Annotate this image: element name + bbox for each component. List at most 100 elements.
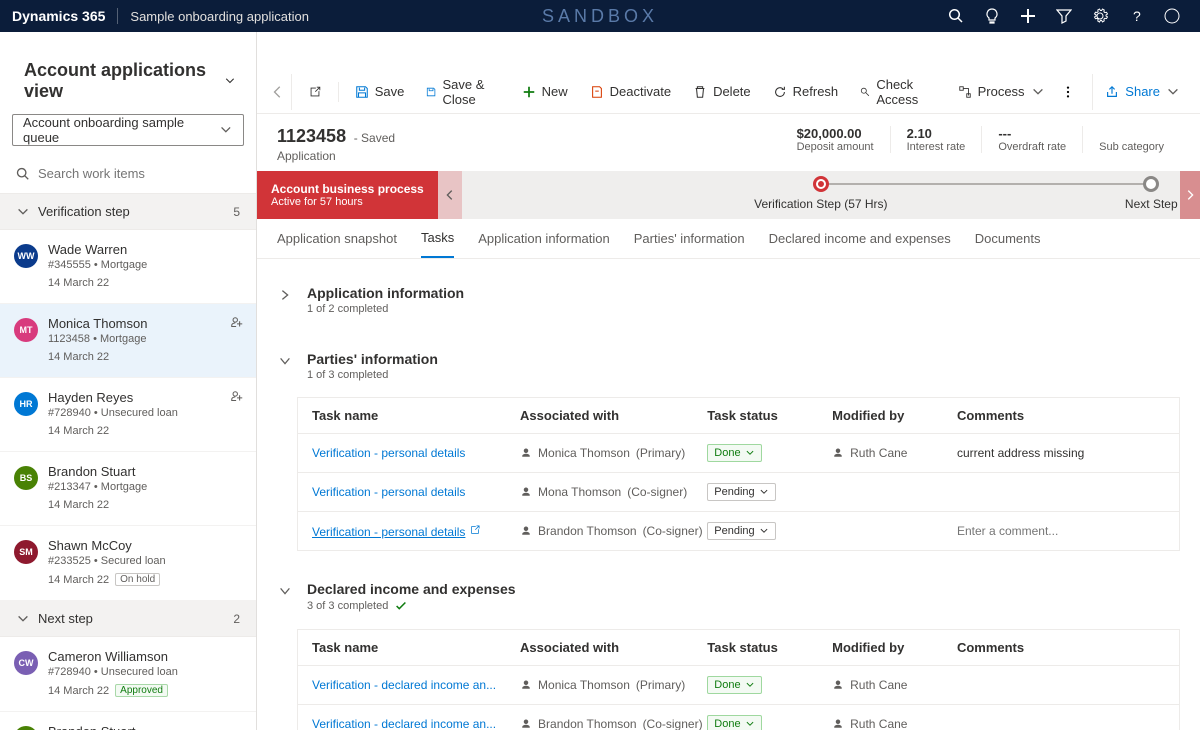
modified-by: Ruth Cane (832, 446, 957, 460)
bpf-next-step-label: Next Step (1125, 197, 1178, 211)
check-access-button[interactable]: Check Access (850, 74, 945, 110)
sandbox-badge: SANDBOX (542, 6, 658, 27)
key-icon (860, 85, 870, 99)
section-toggle[interactable] (277, 353, 293, 369)
more-vertical-icon (1061, 85, 1075, 99)
work-item[interactable]: MT Monica Thomson 1123458 • Mortgage 14 … (0, 304, 256, 378)
status-selector[interactable]: Pending (707, 483, 775, 501)
brand-label: Dynamics 365 (12, 8, 105, 24)
section-toggle[interactable] (277, 287, 293, 303)
help-icon[interactable]: ? (1120, 0, 1152, 32)
group-label: Next step (38, 611, 93, 626)
group-count: 2 (233, 612, 240, 626)
bpf-current-node[interactable] (813, 176, 829, 192)
open-new-window-button[interactable] (298, 74, 332, 110)
header-field[interactable]: --- Overdraft rate (981, 126, 1082, 153)
header-field-label: Sub category (1099, 141, 1164, 153)
task-link[interactable]: Verification - personal details (312, 446, 465, 460)
svg-text:?: ? (1133, 8, 1141, 24)
task-link[interactable]: Verification - personal details (312, 485, 465, 499)
header-field[interactable]: Sub category (1082, 126, 1180, 153)
global-topbar: Dynamics 365 Sample onboarding applicati… (0, 0, 1200, 32)
person-icon (832, 679, 844, 691)
person-icon (832, 718, 844, 730)
assign-button[interactable] (230, 316, 244, 333)
search-icon (16, 167, 30, 181)
search-input[interactable] (38, 166, 240, 181)
tab-application-information[interactable]: Application information (478, 219, 610, 258)
status-selector[interactable]: Pending (707, 522, 775, 540)
task-row: Verification - personal details Monica T… (298, 434, 1179, 473)
more-commands-button[interactable] (1057, 85, 1081, 99)
work-item-date: 14 March 22 (48, 425, 242, 437)
save-button[interactable]: Save (345, 74, 415, 110)
work-item-date: 14 March 22 (48, 277, 242, 289)
flow-icon (958, 85, 972, 99)
group-header-verification[interactable]: Verification step 5 (0, 194, 256, 230)
group-header-next[interactable]: Next step 2 (0, 601, 256, 637)
share-button[interactable]: Share (1092, 74, 1192, 110)
task-row: Verification - declared income an... Bra… (298, 705, 1179, 730)
work-item[interactable]: WW Wade Warren #345555 • Mortgage 14 Mar… (0, 230, 256, 304)
add-icon[interactable] (1012, 0, 1044, 32)
account-icon[interactable] (1156, 0, 1188, 32)
view-title[interactable]: Account applications view (0, 32, 256, 114)
tab-application-snapshot[interactable]: Application snapshot (277, 219, 397, 258)
section-declared-income: Declared income and expenses 3 of 3 comp… (265, 567, 1192, 730)
status-selector[interactable]: Done (707, 444, 761, 462)
divider (117, 8, 118, 24)
deactivate-icon (590, 85, 604, 99)
section-toggle[interactable] (277, 583, 293, 599)
status-selector[interactable]: Done (707, 715, 761, 730)
tab-documents[interactable]: Documents (975, 219, 1041, 258)
tab-declared-income-and-expenses[interactable]: Declared income and expenses (769, 219, 951, 258)
queue-selector[interactable]: Account onboarding sample queue (12, 114, 244, 146)
task-link[interactable]: Verification - declared income an... (312, 678, 496, 692)
app-name-label: Sample onboarding application (130, 9, 309, 24)
business-process-flow: Account business process Active for 57 h… (257, 171, 1200, 219)
declared-task-table: Task name Associated with Task status Mo… (297, 629, 1180, 730)
save-close-button[interactable]: Save & Close (416, 74, 509, 110)
back-button[interactable] (265, 74, 292, 110)
header-field[interactable]: 2.10 Interest rate (890, 126, 982, 153)
deactivate-button[interactable]: Deactivate (580, 74, 681, 110)
header-field[interactable]: $20,000.00 Deposit amount (781, 126, 890, 153)
filter-icon[interactable] (1048, 0, 1080, 32)
chevron-down-icon (278, 584, 292, 598)
avatar: HR (14, 726, 38, 730)
save-close-icon (426, 85, 436, 99)
view-title-label: Account applications view (24, 60, 216, 102)
status-selector[interactable]: Done (707, 676, 761, 694)
process-button[interactable]: Process (948, 74, 1055, 110)
status-badge: Approved (115, 684, 168, 697)
work-item[interactable]: BS Brandon Stuart #213347 • Mortgage 14 … (0, 452, 256, 526)
tab-parties-information[interactable]: Parties' information (634, 219, 745, 258)
delete-button[interactable]: Delete (683, 74, 761, 110)
chevron-down-icon (278, 354, 292, 368)
bpf-collapse-button[interactable] (438, 171, 462, 219)
bpf-next-node[interactable] (1143, 176, 1159, 192)
search-icon[interactable] (940, 0, 972, 32)
work-item[interactable]: HR Brandon Stuart #213347 • Mortgage 14 … (0, 712, 256, 730)
work-item[interactable]: SM Shawn McCoy #233525 • Secured loan 14… (0, 526, 256, 601)
check-icon (394, 599, 408, 613)
queue-label: Account onboarding sample queue (23, 115, 219, 145)
lightbulb-icon[interactable] (976, 0, 1008, 32)
comment-input[interactable] (957, 524, 1165, 538)
avatar: BS (14, 466, 38, 490)
refresh-icon (773, 85, 787, 99)
work-item-date: 14 March 22 (48, 351, 242, 363)
refresh-button[interactable]: Refresh (763, 74, 849, 110)
work-item[interactable]: CW Cameron Williamson #728940 • Unsecure… (0, 637, 256, 712)
task-link[interactable]: Verification - personal details (312, 525, 465, 539)
search-work-items[interactable] (0, 154, 256, 194)
tab-tasks[interactable]: Tasks (421, 219, 454, 258)
work-item-name: Monica Thomson (48, 316, 242, 331)
assign-button[interactable] (230, 390, 244, 407)
work-item-date: 14 March 22 Approved (48, 684, 242, 697)
bpf-next-button[interactable] (1180, 171, 1200, 219)
work-item[interactable]: HR Hayden Reyes #728940 • Unsecured loan… (0, 378, 256, 452)
task-link[interactable]: Verification - declared income an... (312, 717, 496, 730)
new-button[interactable]: New (512, 74, 578, 110)
settings-icon[interactable] (1084, 0, 1116, 32)
